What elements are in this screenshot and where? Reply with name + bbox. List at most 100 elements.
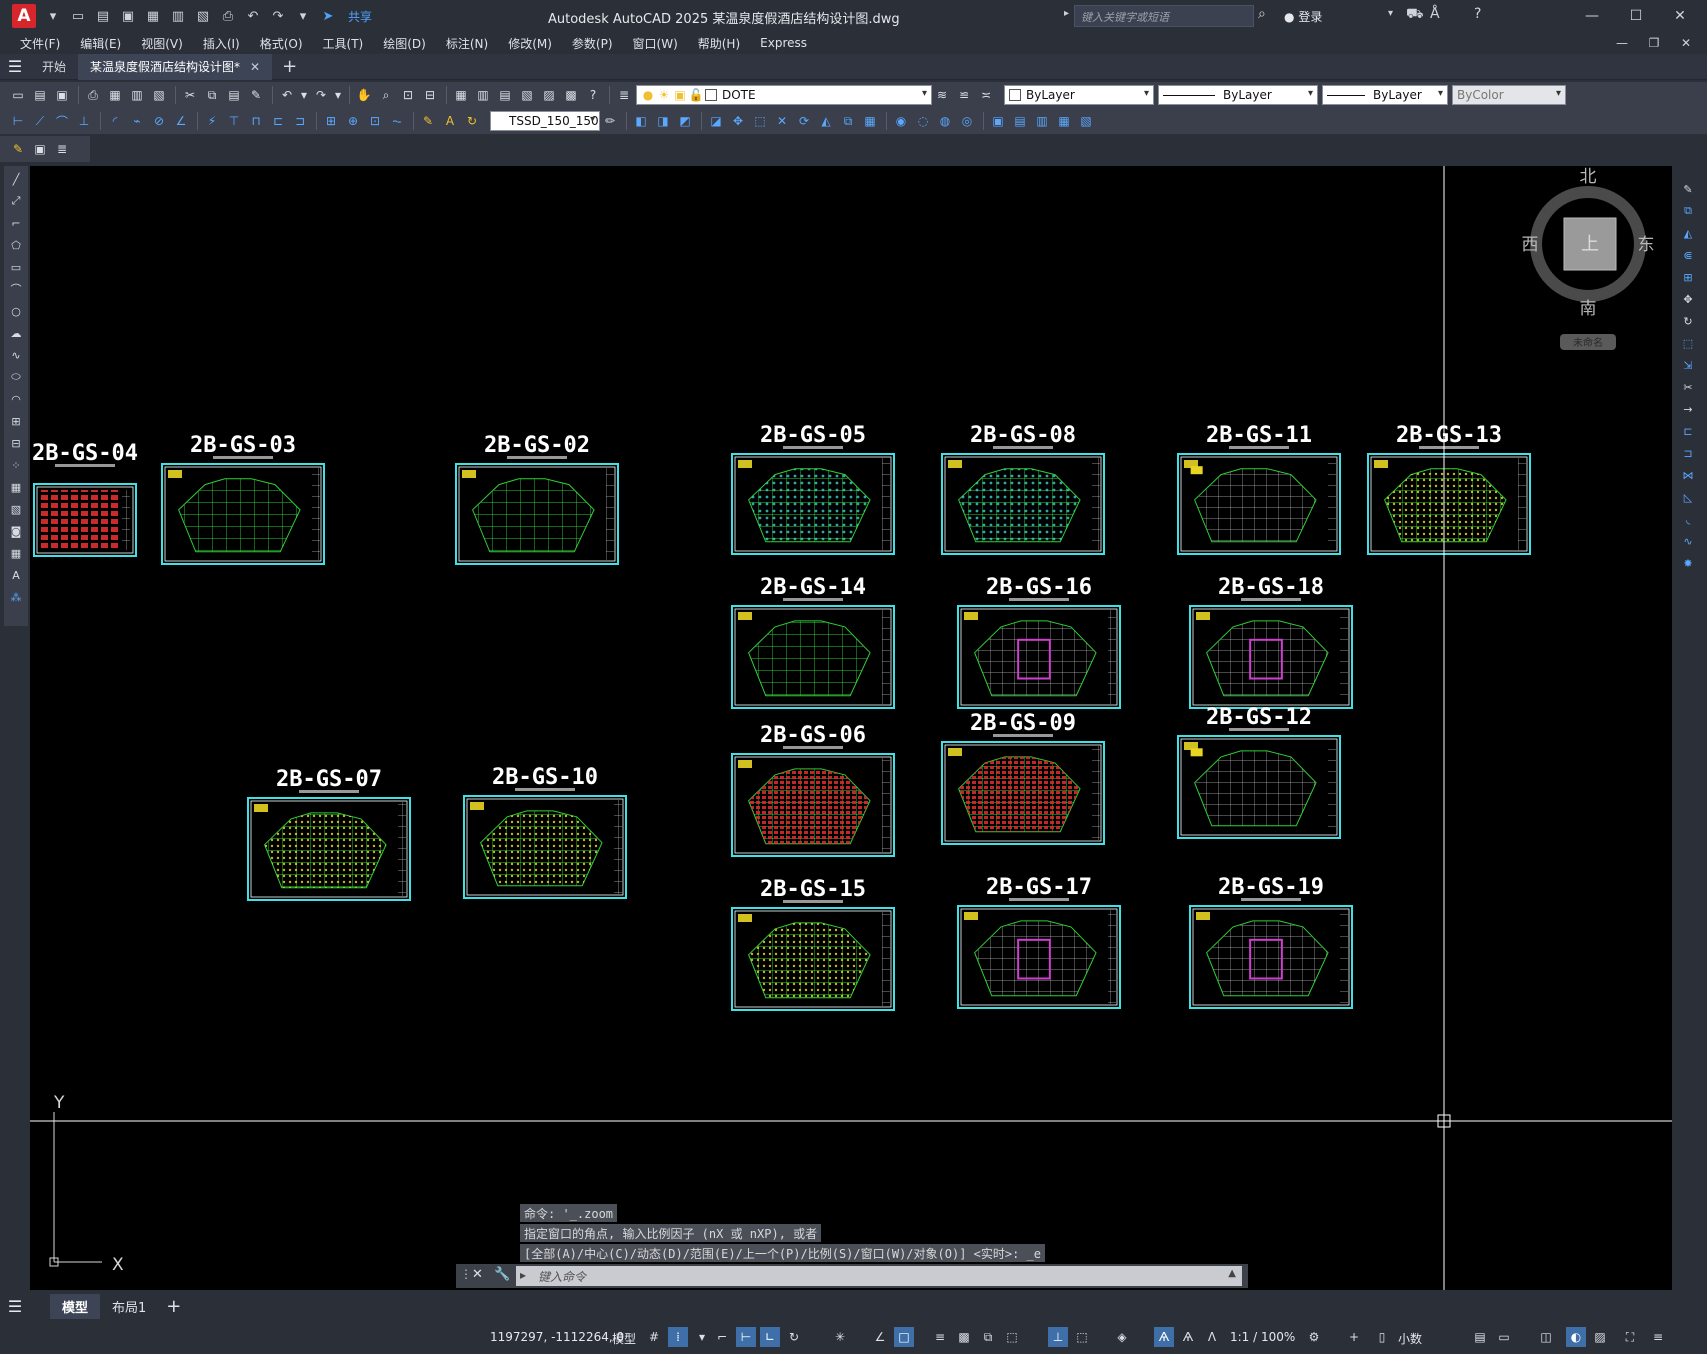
tab-start[interactable]: 开始 — [30, 54, 78, 80]
menu-parametric[interactable]: 参数(P) — [562, 35, 623, 52]
dynamic-input-icon[interactable]: ⊢ — [736, 1327, 756, 1347]
qnew-icon[interactable]: ▭ — [8, 85, 28, 105]
minimize-button[interactable]: — — [1572, 4, 1612, 28]
menu-view[interactable]: 视图(V) — [131, 35, 193, 52]
taper-faces-icon[interactable]: ◭ — [816, 111, 836, 131]
undo-icon[interactable]: ↶ — [277, 85, 297, 105]
help-icon[interactable]: ? — [583, 85, 603, 105]
move-icon[interactable]: ✥ — [1679, 290, 1697, 308]
zoom-realtime-icon[interactable]: ⌕ — [376, 85, 396, 105]
polar-tracking-icon[interactable]: ↻ — [784, 1327, 804, 1347]
slice-icon[interactable]: ▥ — [1032, 111, 1052, 131]
jogged-linear-icon[interactable]: ⏦ — [387, 111, 407, 131]
polyline-icon[interactable]: ⌐ — [7, 214, 25, 232]
undo-dropdown-icon[interactable]: ▾ — [299, 85, 309, 105]
layer-dropdown[interactable]: ● ☀ ▣ 🔓 DOTE ▾ — [636, 85, 932, 105]
cart-icon[interactable]: ⛟ — [1406, 6, 1424, 24]
quick-dim-icon[interactable]: ⚡ — [202, 111, 222, 131]
ortho-icon[interactable]: ∟ — [760, 1327, 780, 1347]
publish-icon[interactable]: ▥ — [167, 5, 189, 27]
baseline-dim-icon[interactable]: ⊤ — [224, 111, 244, 131]
break-at-point-icon[interactable]: ⊏ — [1679, 422, 1697, 440]
lineweight-dropdown[interactable]: ByLayer ▾ — [1322, 85, 1448, 105]
selection-cycling-icon[interactable]: ⧉ — [978, 1327, 998, 1347]
sheet-set-icon[interactable]: ▧ — [517, 85, 537, 105]
coordinates-readout[interactable]: 1197297, -1112264, 0 — [490, 1330, 624, 1344]
selection-filter-icon[interactable]: ⬚ — [1072, 1327, 1092, 1347]
snap-dropdown-icon[interactable]: ▾ — [692, 1327, 712, 1347]
menu-edit[interactable]: 编辑(E) — [70, 35, 131, 52]
design-center-icon[interactable]: ▥ — [473, 85, 493, 105]
drawing-sheet[interactable]: 2B-GS-18 — [1189, 575, 1353, 709]
viewcube-north[interactable]: 北 — [1580, 167, 1597, 187]
maximize-button[interactable]: ☐ — [1616, 4, 1656, 28]
dim-edit-icon[interactable]: ✎ — [418, 111, 438, 131]
viewcube-west[interactable]: 西 — [1522, 235, 1539, 255]
arc-icon[interactable]: ⌒ — [7, 280, 25, 298]
login-button[interactable]: ● 登录 — [1284, 8, 1322, 25]
auto-scale-icon[interactable]: Ѧ — [1178, 1327, 1198, 1347]
object-snap-icon[interactable]: □ — [894, 1327, 914, 1347]
copy-object-icon[interactable]: ⧉ — [1679, 202, 1697, 220]
rectangle-icon[interactable]: ▭ — [7, 258, 25, 276]
undo-icon[interactable]: ↶ — [242, 5, 264, 27]
subtract-icon[interactable]: ◨ — [653, 111, 673, 131]
line-icon[interactable]: ╱ — [7, 170, 25, 188]
3d-rotate-icon[interactable]: ▧ — [1076, 111, 1096, 131]
rotate-faces-icon[interactable]: ⟳ — [794, 111, 814, 131]
color-faces-icon[interactable]: ▦ — [860, 111, 880, 131]
annotation-monitor-icon[interactable]: + — [1344, 1327, 1364, 1347]
extend-icon[interactable]: → — [1679, 400, 1697, 418]
separate-icon[interactable]: ◍ — [935, 111, 955, 131]
paste-icon[interactable]: ▤ — [224, 85, 244, 105]
drawing-sheet[interactable]: 2B-GS-11 — [1177, 423, 1341, 555]
drawing-sheet[interactable]: 2B-GS-04 — [32, 441, 138, 557]
command-input[interactable]: ▸ 键入命令 ▲ — [516, 1266, 1242, 1286]
copy-icon[interactable]: ⧉ — [202, 85, 222, 105]
drawing-sheet[interactable]: 2B-GS-07 — [247, 767, 411, 901]
copy-faces-icon[interactable]: ⧉ — [838, 111, 858, 131]
continue-dim-icon[interactable]: ⊓ — [246, 111, 266, 131]
autocad-logo-icon[interactable]: A — [12, 4, 36, 28]
close-button[interactable]: ✕ — [1660, 4, 1700, 28]
drawing-sheet[interactable]: 2B-GS-02 — [455, 433, 619, 565]
customize-qat-icon[interactable]: ▾ — [292, 5, 314, 27]
join-icon[interactable]: ⋈ — [1679, 466, 1697, 484]
drawing-sheet[interactable]: 2B-GS-17 — [957, 875, 1121, 1009]
save-as-icon[interactable]: ▦ — [142, 5, 164, 27]
doc-restore-button[interactable]: ❐ — [1640, 34, 1668, 52]
drawing-sheet[interactable]: 2B-GS-15 — [731, 877, 895, 1011]
fillet-icon[interactable]: ◟ — [1679, 510, 1697, 528]
inspect-icon[interactable]: ⊡ — [365, 111, 385, 131]
zoom-previous-icon[interactable]: ⊟ — [420, 85, 440, 105]
dim-update-icon[interactable]: ↻ — [462, 111, 482, 131]
aligned-dim-icon[interactable]: ⟋ — [30, 111, 50, 131]
drawing-sheet[interactable]: 2B-GS-08 — [941, 423, 1105, 555]
menu-dimension[interactable]: 标注(N) — [436, 35, 498, 52]
units-icon[interactable]: ▯ — [1372, 1327, 1392, 1347]
model-space-toggle[interactable]: 模型 — [612, 1330, 636, 1347]
menu-express[interactable]: Express — [750, 36, 817, 50]
redo-dropdown-icon[interactable]: ▾ — [333, 85, 343, 105]
clean-screen-icon[interactable]: ▨ — [1590, 1327, 1610, 1347]
dimstyle-dropdown[interactable]: TSSD_150_150 ▾ — [490, 111, 600, 131]
doc-close-button[interactable]: ✕ — [1672, 34, 1700, 52]
clean-icon[interactable]: ◌ — [913, 111, 933, 131]
isolate-objects-icon[interactable]: ◫ — [1536, 1327, 1556, 1347]
imprint-icon[interactable]: ◉ — [891, 111, 911, 131]
menu-insert[interactable]: 插入(I) — [193, 35, 250, 52]
attribute-icon[interactable]: ▣ — [30, 139, 50, 159]
pan-icon[interactable]: ✋ — [354, 85, 374, 105]
match-properties-icon[interactable]: ✎ — [246, 85, 266, 105]
login-dropdown-icon[interactable]: ▾ — [1388, 8, 1393, 19]
properties-icon[interactable]: ▦ — [451, 85, 471, 105]
cut-icon[interactable]: ✂ — [180, 85, 200, 105]
viewcube-south[interactable]: 南 — [1580, 299, 1597, 319]
zoom-window-icon[interactable]: ⊡ — [398, 85, 418, 105]
layout-menu-icon[interactable]: ☰ — [0, 1297, 30, 1316]
insert-block-icon[interactable]: ⊞ — [7, 412, 25, 430]
dim-text-edit-icon[interactable]: A — [440, 111, 460, 131]
calculator-icon[interactable]: ▩ — [561, 85, 581, 105]
help-icon[interactable]: ? — [1474, 6, 1481, 22]
linear-dim-icon[interactable]: ⊢ — [8, 111, 28, 131]
